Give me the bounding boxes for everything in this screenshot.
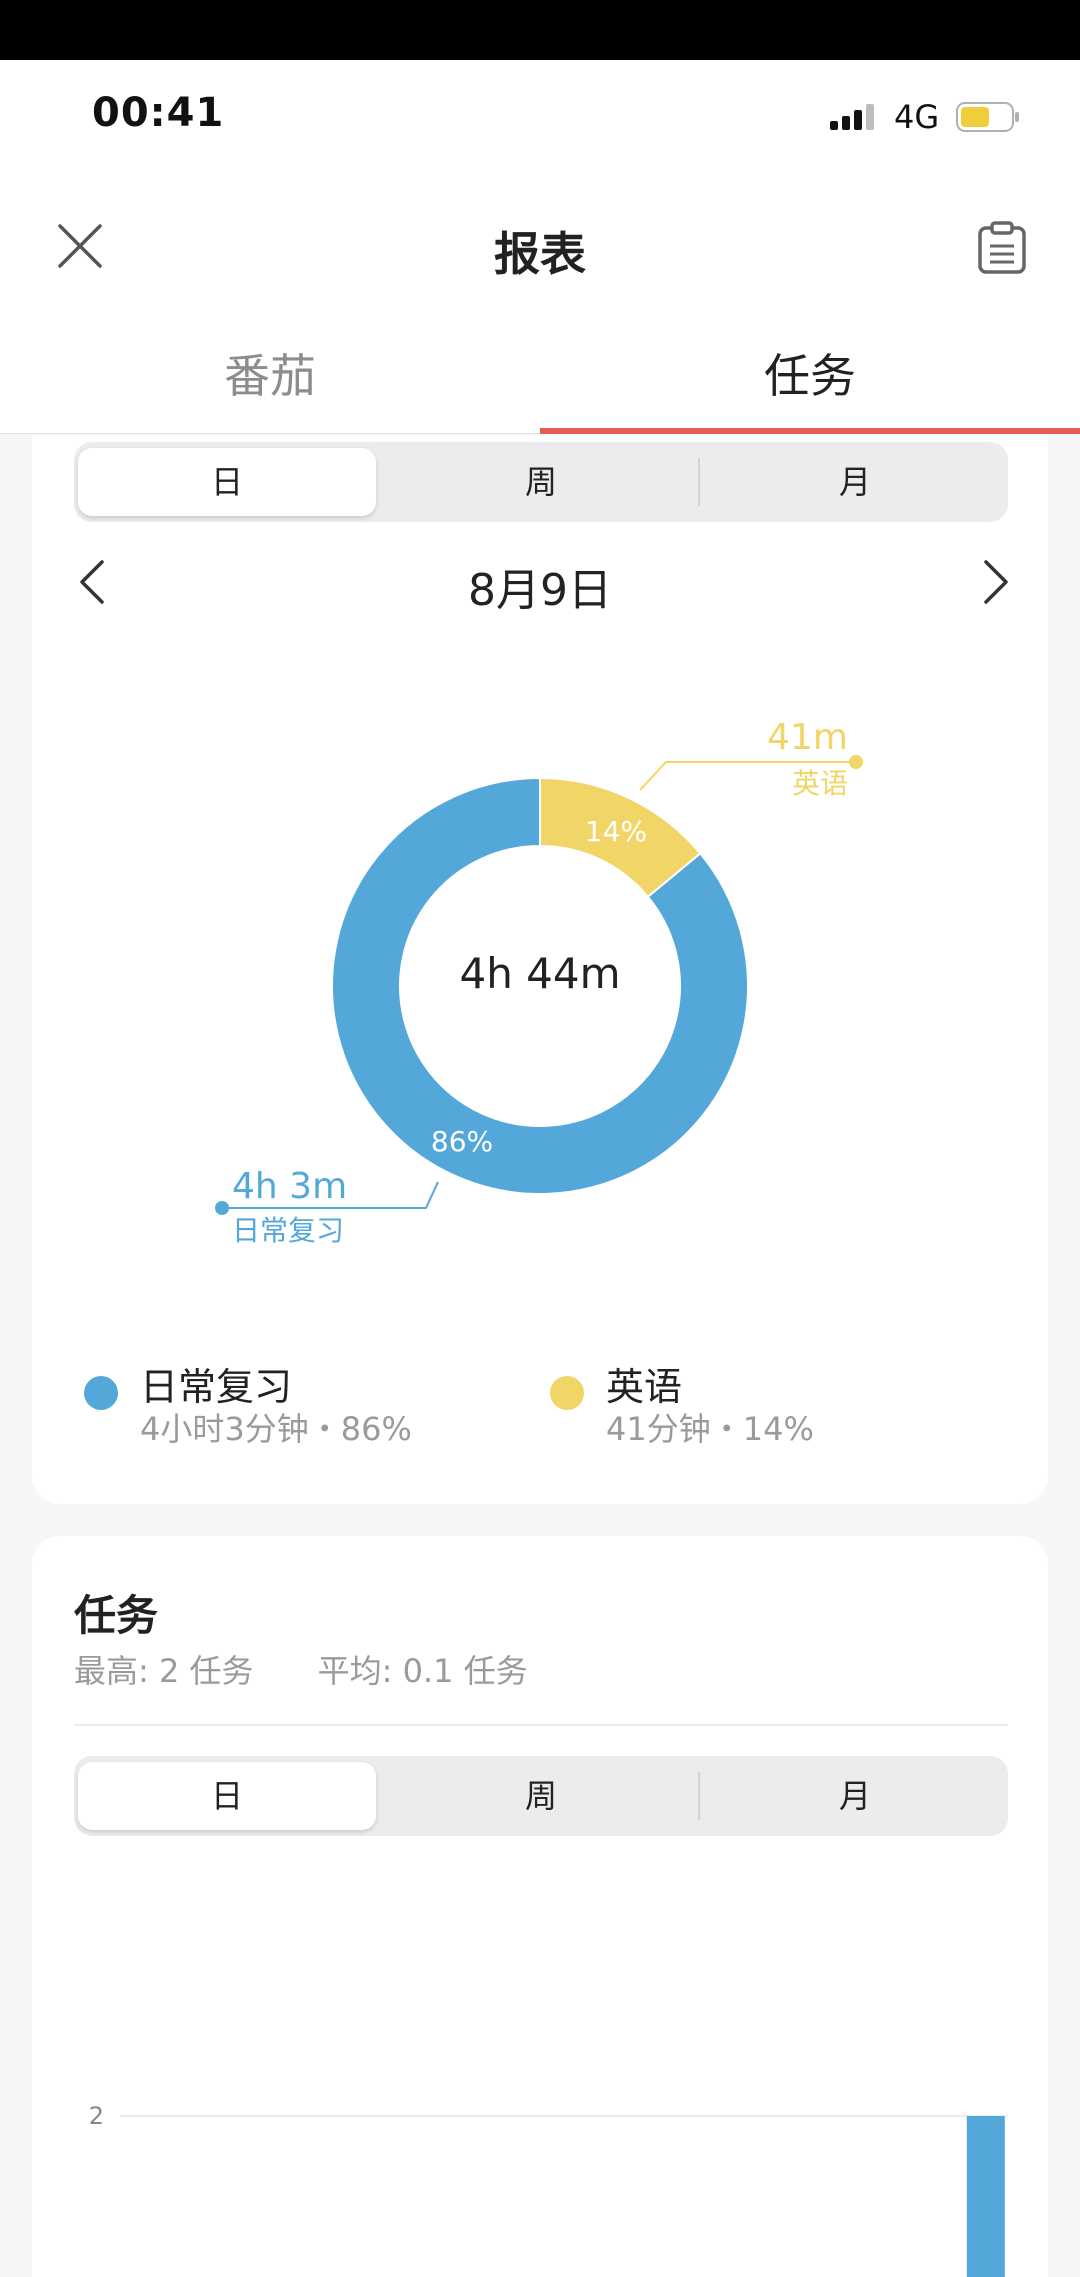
legend-detail-review: 4小时3分钟・86%: [140, 1410, 412, 1448]
donut-chart: 4h 44m 14% 86% 41m 英语 4h 3m 日常复习: [215, 717, 863, 1247]
callout-dot-review: [215, 1201, 229, 1215]
tab-active-indicator: [540, 428, 1080, 434]
tab-pomodoro[interactable]: 番茄: [0, 340, 540, 406]
nav-bar: 报表: [0, 176, 1080, 322]
donut-percent-english: 14%: [585, 815, 647, 848]
legend-dot-review: [84, 1376, 118, 1410]
callout-dot-english: [849, 755, 863, 769]
y-tick-label: 2: [89, 2102, 104, 2130]
status-time: 00:41: [92, 90, 225, 136]
top-black-bar: [0, 0, 1080, 60]
task-count-card: 任务 最高: 2 任务 平均: 0.1 任务 日 周 月 12: [32, 1536, 1048, 2277]
legend-name-review: 日常复习: [140, 1365, 293, 1409]
battery-icon: [956, 102, 1019, 132]
time-distribution-card: 日 周 月 8月9日 4h 44m 14% 86% 41m 英语 4h 3m 日…: [32, 436, 1048, 1504]
callout-value-english: 41m: [767, 717, 848, 758]
task-bar-chart: 12: [89, 2102, 1008, 2277]
clipboard-icon[interactable]: [976, 220, 1028, 276]
status-bar: 00:41 4G: [0, 60, 1080, 176]
donut-total: 4h 44m: [459, 949, 620, 998]
callout-name-review: 日常复习: [232, 1214, 344, 1247]
callout-name-english: 英语: [792, 767, 848, 800]
tab-tasks[interactable]: 任务: [540, 340, 1080, 406]
legend-dot-english: [550, 1376, 584, 1410]
legend-name-english: 英语: [606, 1365, 683, 1409]
task-bar[interactable]: [966, 2116, 1005, 2277]
page-title: 报表: [494, 227, 586, 281]
report-tabs: 番茄 任务: [0, 322, 1080, 434]
callout-value-review: 4h 3m: [232, 1166, 347, 1207]
legend-detail-english: 41分钟・14%: [606, 1410, 814, 1448]
signal-icon: [830, 104, 874, 130]
donut-percent-review: 86%: [431, 1125, 493, 1158]
network-label: 4G: [894, 98, 940, 136]
